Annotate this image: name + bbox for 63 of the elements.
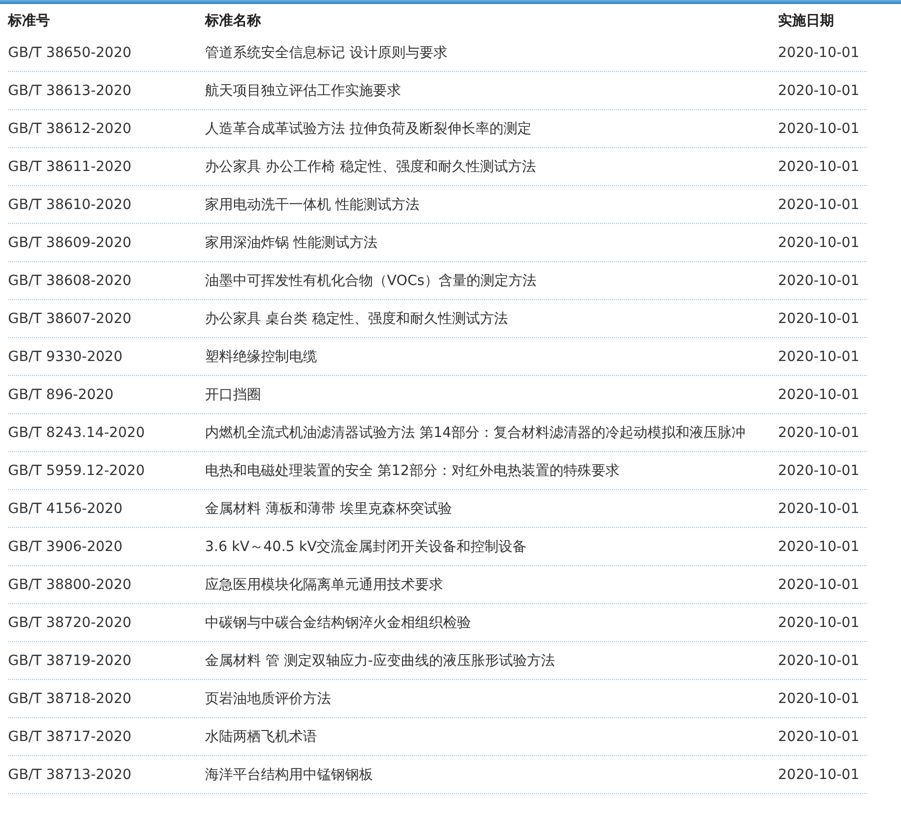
effective-date: 2020-10-01	[778, 425, 860, 441]
standard-name: 办公家具 办公工作椅 稳定性、强度和耐久性测试方法	[205, 159, 536, 175]
effective-date: 2020-10-01	[778, 349, 860, 365]
standard-number: GB/T 38720-2020	[8, 615, 132, 631]
standard-number: GB/T 38609-2020	[8, 235, 132, 251]
standard-name: 金属材料 薄板和薄带 埃里克森杯突试验	[205, 501, 452, 517]
effective-date: 2020-10-01	[778, 729, 860, 745]
standard-number: GB/T 38713-2020	[8, 767, 132, 783]
standard-number: GB/T 38718-2020	[8, 691, 132, 707]
standard-name: 办公家具 桌台类 稳定性、强度和耐久性测试方法	[205, 311, 508, 327]
standard-name: 中碳钢与中碳合金结构钢淬火金相组织检验	[205, 615, 471, 631]
effective-date: 2020-10-01	[778, 83, 860, 99]
standard-number: GB/T 9330-2020	[8, 349, 122, 365]
standard-number: GB/T 38612-2020	[8, 121, 132, 137]
effective-date: 2020-10-01	[778, 387, 860, 403]
effective-date: 2020-10-01	[778, 197, 860, 213]
effective-date: 2020-10-01	[778, 539, 860, 555]
standard-number: GB/T 38717-2020	[8, 729, 132, 745]
standard-name: 3.6 kV～40.5 kV交流金属封闭开关设备和控制设备	[205, 539, 527, 555]
standard-number: GB/T 38613-2020	[8, 83, 132, 99]
effective-date: 2020-10-01	[778, 501, 860, 517]
column-header: 标准号	[8, 13, 50, 29]
column-header: 实施日期	[778, 13, 834, 29]
standard-name: 管道系统安全信息标记 设计原则与要求	[205, 45, 448, 61]
effective-date: 2020-10-01	[778, 159, 860, 175]
standard-name: 内燃机全流式机油滤清器试验方法 第14部分：复合材料滤清器的冷起动模拟和液压脉冲	[205, 425, 746, 441]
effective-date: 2020-10-01	[778, 767, 860, 783]
standard-name: 页岩油地质评价方法	[205, 691, 331, 707]
standard-number: GB/T 896-2020	[8, 387, 114, 403]
standard-name: 海洋平台结构用中锰钢钢板	[205, 767, 373, 783]
standard-name: 应急医用模块化隔离单元通用技术要求	[205, 577, 443, 593]
standard-name: 金属材料 管 测定双轴应力-应变曲线的液压胀形试验方法	[205, 653, 555, 669]
standard-name: 开口挡圈	[205, 387, 261, 403]
standard-number: GB/T 38611-2020	[8, 159, 132, 175]
standard-name: 人造革合成革试验方法 拉伸负荷及断裂伸长率的测定	[205, 121, 532, 137]
effective-date: 2020-10-01	[778, 615, 860, 631]
standard-name: 家用深油炸锅 性能测试方法	[205, 235, 378, 251]
standard-name: 家用电动洗干一体机 性能测试方法	[205, 197, 420, 213]
standard-number: GB/T 38607-2020	[8, 311, 132, 327]
standard-name: 塑料绝缘控制电缆	[205, 349, 317, 365]
effective-date: 2020-10-01	[778, 273, 860, 289]
effective-date: 2020-10-01	[778, 691, 860, 707]
standard-number: GB/T 38719-2020	[8, 653, 132, 669]
effective-date: 2020-10-01	[778, 463, 860, 479]
standard-name: 油墨中可挥发性有机化合物（VOCs）含量的测定方法	[205, 273, 536, 289]
standard-name: 航天项目独立评估工作实施要求	[205, 83, 401, 99]
effective-date: 2020-10-01	[778, 311, 860, 327]
standard-name: 电热和电磁处理装置的安全 第12部分：对红外电热装置的特殊要求	[205, 463, 620, 479]
standard-number: GB/T 5959.12-2020	[8, 463, 145, 479]
effective-date: 2020-10-01	[778, 45, 860, 61]
effective-date: 2020-10-01	[778, 235, 860, 251]
standard-name: 水陆两栖飞机术语	[205, 729, 317, 745]
standard-number: GB/T 38650-2020	[8, 45, 132, 61]
effective-date: 2020-10-01	[778, 653, 860, 669]
effective-date: 2020-10-01	[778, 577, 860, 593]
standard-number: GB/T 4156-2020	[8, 501, 122, 517]
standard-number: GB/T 38800-2020	[8, 577, 132, 593]
standard-number: GB/T 38610-2020	[8, 197, 132, 213]
effective-date: 2020-10-01	[778, 121, 860, 137]
column-header: 标准名称	[205, 13, 261, 29]
standard-number: GB/T 38608-2020	[8, 273, 132, 289]
standard-number: GB/T 8243.14-2020	[8, 425, 145, 441]
standard-number: GB/T 3906-2020	[8, 539, 122, 555]
